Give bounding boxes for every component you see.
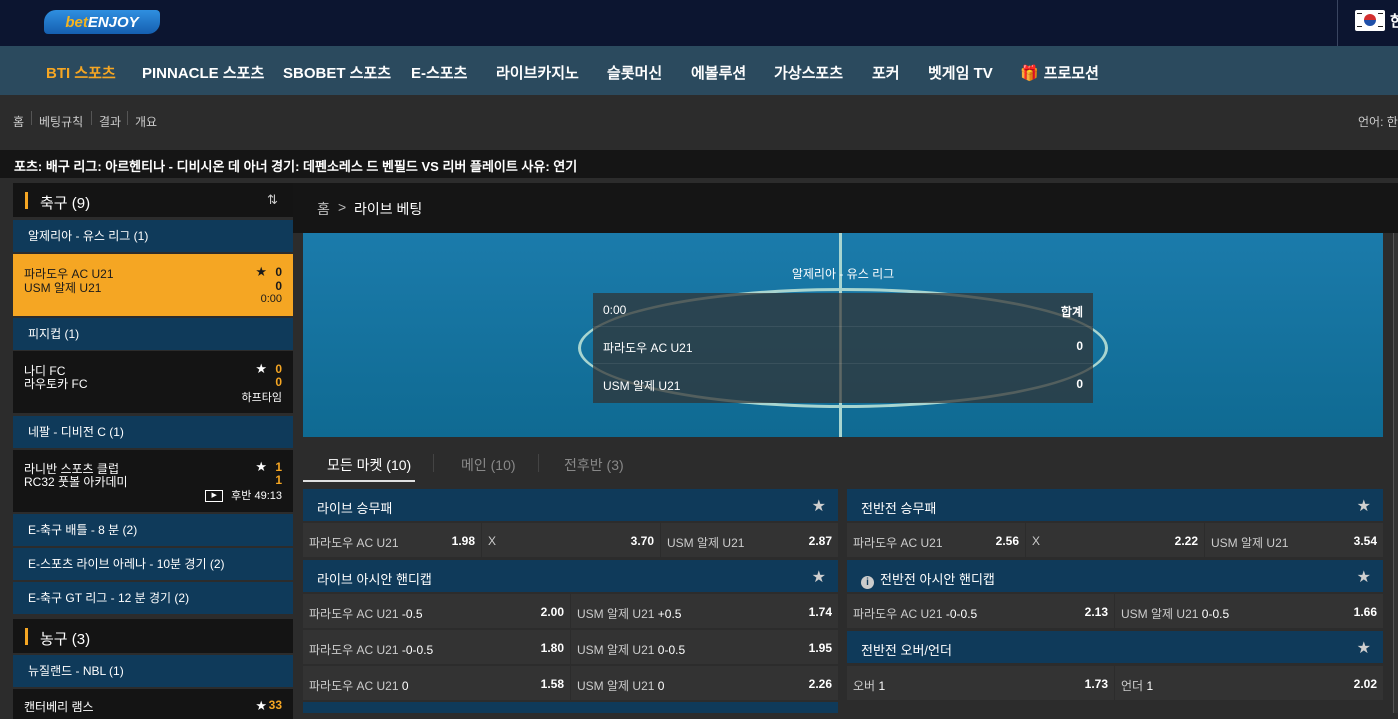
- crumb-betting-rules[interactable]: 베팅규칙: [39, 113, 83, 130]
- odd-button[interactable]: X 3.70: [482, 523, 660, 557]
- market-live-asian-handicap[interactable]: 라이브 아시안 핸디캡 ★: [303, 560, 838, 592]
- match-canterbury-rams[interactable]: 캔터베리 램스 ★ 33: [13, 689, 293, 719]
- odd-button[interactable]: X 2.22: [1026, 523, 1204, 557]
- crumb-results[interactable]: 결과: [99, 113, 121, 130]
- gift-icon: 🎁: [1020, 65, 1039, 82]
- tab-main[interactable]: 메인 (10): [461, 455, 516, 475]
- market-tabs: 모든 마켓 (10) 메인 (10) 전후반 (3): [303, 445, 1383, 485]
- main-header: 홈 > 라이브 베팅: [293, 183, 1398, 233]
- odd-button[interactable]: 파라도우 AC U21 -0-0.5 1.80: [303, 630, 570, 664]
- favorite-star-icon[interactable]: ★: [1357, 567, 1371, 587]
- nav-virtual-sports[interactable]: 가상스포츠: [774, 62, 843, 83]
- tab-all-markets[interactable]: 모든 마켓 (10): [327, 455, 411, 475]
- nav-live-casino[interactable]: 라이브카지노: [496, 62, 579, 83]
- sports-sidebar: 축구 (9) ⇅ 알제리아 - 유스 리그 (1) 파라도우 AC U21 US…: [13, 183, 293, 719]
- league-nz-nbl[interactable]: 뉴질랜드 - NBL (1): [13, 655, 293, 687]
- odd-button[interactable]: 파라도우 AC U21 1.98: [303, 523, 481, 557]
- sort-icon[interactable]: ⇅: [267, 192, 278, 208]
- favorite-star-icon[interactable]: ★: [255, 459, 267, 475]
- language-label[interactable]: 언어: 한: [1358, 113, 1398, 130]
- language-selector[interactable]: 한: [1390, 10, 1398, 31]
- main-nav: BTI 스포츠 PINNACLE 스포츠 SBOBET 스포츠 E-스포츠 라이…: [0, 46, 1398, 95]
- league-e-soccer-gt[interactable]: E-축구 GT 리그 - 12 분 경기 (2): [13, 582, 293, 614]
- odd-button[interactable]: 언더 1 2.02: [1115, 666, 1383, 700]
- breadcrumb: 홈 베팅규칙 결과 개요 언어: 한: [0, 95, 1398, 145]
- match-nadi-lautoka[interactable]: 나디 FC 라우토카 FC ★ 0 0 하프타임: [13, 351, 293, 413]
- market-live-1x2[interactable]: 라이브 승무패 ★: [303, 489, 838, 521]
- top-separator: [1337, 0, 1338, 46]
- live-stream-icon[interactable]: ▶: [205, 490, 224, 503]
- active-tab-underline: [303, 480, 415, 482]
- main-content: 홈 > 라이브 베팅 알제리아 - 유스 리그 0:00 합계 파라도우 AC U…: [293, 183, 1398, 713]
- nav-poker[interactable]: 포커: [872, 62, 900, 83]
- korea-flag-icon[interactable]: [1355, 10, 1385, 31]
- league-nepal-division-c[interactable]: 네팔 - 디비전 C (1): [13, 416, 293, 448]
- main-crumb-home[interactable]: 홈: [317, 199, 330, 219]
- score-away-team: USM 알제 U21: [603, 379, 681, 393]
- nav-sbobet-sports[interactable]: SBOBET 스포츠: [283, 62, 391, 83]
- news-ticker: 포츠: 배구 리그: 아르헨티나 - 디비시온 데 아너 경기: 데펜소레스 드…: [0, 150, 1398, 178]
- favorite-star-icon[interactable]: ★: [255, 361, 267, 377]
- nav-esports[interactable]: E-스포츠: [411, 62, 467, 83]
- match-status: 하프타임: [241, 392, 282, 404]
- score-home-value: 0: [1076, 339, 1083, 353]
- league-esports-live-arena[interactable]: E-스포츠 라이브 아레나 - 10분 경기 (2): [13, 548, 293, 580]
- sport-header-soccer[interactable]: 축구 (9) ⇅: [13, 183, 293, 217]
- scrollbar[interactable]: [1393, 233, 1398, 713]
- sport-title: 축구 (9): [40, 195, 91, 212]
- odd-button[interactable]: USM 알제 U21 0-0.5 1.95: [571, 630, 838, 664]
- market-ht-over-under[interactable]: 전반전 오버/언더 ★: [847, 631, 1383, 663]
- match-paradou-usm[interactable]: 파라도우 AC U21 USM 알제 U21 ★ 0 0 0:00: [13, 254, 293, 316]
- match-field-visual: 알제리아 - 유스 리그 0:00 합계 파라도우 AC U21 0 USM 알제 …: [303, 233, 1383, 437]
- info-icon[interactable]: i: [861, 576, 874, 589]
- crumb-overview[interactable]: 개요: [135, 113, 157, 130]
- betenjoy-logo[interactable]: bet ENJOY: [44, 10, 160, 34]
- odd-button[interactable]: 파라도우 AC U21 0 1.58: [303, 666, 570, 700]
- nav-promotion[interactable]: 🎁 프로모션: [1020, 62, 1099, 83]
- nav-bti-sports[interactable]: BTI 스포츠: [46, 62, 116, 83]
- favorite-star-icon[interactable]: ★: [255, 698, 267, 714]
- scoreboard: 0:00 합계 파라도우 AC U21 0 USM 알제 U21 0: [593, 293, 1093, 403]
- market-ht-1x2[interactable]: 전반전 승무패 ★: [847, 489, 1383, 521]
- odd-button[interactable]: 파라도우 AC U21 -0-0.5 2.13: [847, 594, 1114, 628]
- league-e-soccer-battle[interactable]: E-축구 배틀 - 8 분 (2): [13, 514, 293, 546]
- market-ht-asian-handicap[interactable]: i 전반전 아시안 핸디캡 ★: [847, 560, 1383, 592]
- nav-pinnacle-sports[interactable]: PINNACLE 스포츠: [142, 62, 264, 83]
- score-home-team: 파라도우 AC U21: [603, 341, 693, 355]
- score-away-value: 0: [1076, 377, 1083, 391]
- odd-button[interactable]: USM 알제 U21 3.54: [1205, 523, 1383, 557]
- crumb-home[interactable]: 홈: [13, 113, 24, 130]
- page-title: 라이브 베팅: [354, 201, 423, 217]
- sport-title: 농구 (3): [40, 631, 91, 648]
- favorite-star-icon[interactable]: ★: [1357, 638, 1371, 658]
- nav-betgame-tv[interactable]: 벳게임 TV: [928, 62, 993, 83]
- nav-slot-machine[interactable]: 슬롯머신: [607, 62, 662, 83]
- match-ranibari-rc32[interactable]: 라니반 스포츠 클럽 RC32 풋볼 아카데미 ★ 1 1 ▶ 후반 49:13: [13, 450, 293, 512]
- favorite-star-icon[interactable]: ★: [812, 496, 826, 516]
- league-algeria-youth[interactable]: 알제리아 - 유스 리그 (1): [13, 220, 293, 252]
- odd-button[interactable]: USM 알제 U21 0 2.26: [571, 666, 838, 700]
- tab-halves[interactable]: 전후반 (3): [564, 455, 624, 475]
- odd-button[interactable]: 파라도우 AC U21 -0.5 2.00: [303, 594, 570, 628]
- score-time: 0:00: [603, 303, 627, 317]
- crumb-separator: >: [338, 199, 347, 215]
- league-fiji-cup[interactable]: 피지컵 (1): [13, 318, 293, 350]
- top-bar: bet ENJOY 한: [0, 0, 1398, 46]
- odd-button[interactable]: 파라도우 AC U21 2.56: [847, 523, 1025, 557]
- odd-button[interactable]: USM 알제 U21 2.87: [661, 523, 838, 557]
- sport-header-basketball[interactable]: 농구 (3): [13, 619, 293, 653]
- odd-button[interactable]: USM 알제 U21 +0.5 1.74: [571, 594, 838, 628]
- match-status: 후반 49:13: [231, 490, 282, 502]
- field-league-name: 알제리아 - 유스 리그: [791, 267, 895, 281]
- match-status: 0:00: [260, 293, 282, 305]
- score-total-label: 합계: [1060, 305, 1083, 319]
- favorite-star-icon[interactable]: ★: [1357, 496, 1371, 516]
- favorite-star-icon[interactable]: ★: [812, 567, 826, 587]
- odd-button[interactable]: 오버 1 1.73: [847, 666, 1114, 700]
- market-next-header: [303, 702, 838, 713]
- odd-button[interactable]: USM 알제 U21 0-0.5 1.66: [1115, 594, 1383, 628]
- nav-evolution[interactable]: 에볼루션: [691, 62, 746, 83]
- favorite-star-icon[interactable]: ★: [255, 264, 267, 280]
